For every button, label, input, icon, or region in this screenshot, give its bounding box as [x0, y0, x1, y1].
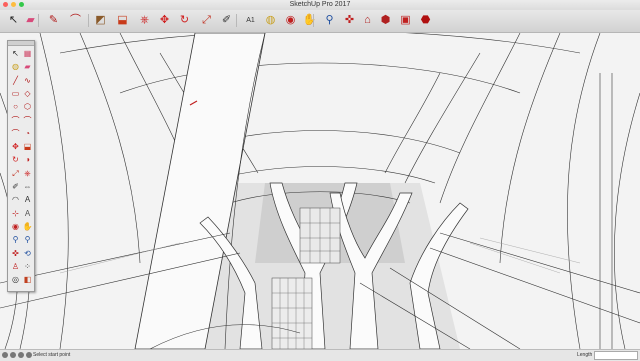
line-icon[interactable]: ╱ [10, 75, 21, 86]
eraser-icon: ▰ [26, 14, 35, 26]
pencil-icon: ✎ [48, 14, 59, 26]
zoom-icon[interactable]: ⚲ [10, 234, 21, 245]
rotate-icon[interactable]: ↻ [10, 154, 21, 165]
toolbar-separator [236, 14, 237, 27]
orbit-icon[interactable]: ◉ [10, 221, 21, 232]
instructor-icon[interactable] [26, 352, 32, 358]
previous-icon[interactable]: ⟲ [22, 248, 33, 259]
tape-icon[interactable]: ✐ [10, 181, 21, 192]
arc-2pt-icon[interactable]: ⌒ [22, 115, 33, 126]
rotated-rectangle-icon[interactable]: ◇ [22, 88, 33, 99]
layout-icon: ▣ [400, 14, 411, 26]
arc-3pt-icon[interactable]: ⌒ [10, 128, 21, 139]
zoom-window-icon[interactable]: ⚲ [22, 234, 33, 245]
rectangle-icon[interactable]: ▭ [10, 88, 21, 99]
status-icons [2, 352, 32, 358]
extension-warehouse-button[interactable]: ⬢ [378, 13, 393, 28]
toolbar-separator [88, 14, 89, 27]
offset-icon: ⎈ [140, 14, 149, 26]
scale-tool[interactable]: ⤢ [199, 13, 214, 28]
move-icon: ✥ [159, 14, 170, 26]
zoom-icon: ⚲ [325, 14, 334, 26]
status-bar: Select start point Length [0, 349, 640, 361]
push-pull-icon: ⬓ [117, 14, 128, 26]
pan-icon[interactable]: ✋ [22, 221, 33, 232]
zoom-extents-icon: ✜ [344, 14, 355, 26]
layout-button[interactable]: ▣ [398, 13, 413, 28]
orbit-tool[interactable]: ◉ [283, 13, 298, 28]
axes-icon[interactable]: ⊹ [10, 208, 21, 219]
rectangle-tool[interactable]: ◩ [93, 13, 108, 28]
look-around-icon[interactable]: ◎ [10, 274, 21, 285]
paint-bucket-icon: ◍ [265, 14, 276, 26]
extension-manager-button[interactable]: ⬣ [418, 13, 433, 28]
move-tool[interactable]: ✥ [157, 13, 172, 28]
circle-icon[interactable]: ○ [10, 101, 21, 112]
eraser-icon[interactable]: ▰ [22, 61, 33, 72]
paint-bucket-tool[interactable]: ◍ [263, 13, 278, 28]
scale-icon[interactable]: ⤢ [10, 168, 21, 179]
zoom-extents-icon[interactable]: ✜ [10, 248, 21, 259]
push-pull-tool[interactable]: ⬓ [115, 13, 130, 28]
pan-icon: ✋ [302, 14, 317, 26]
move-icon[interactable]: ✥ [10, 141, 21, 152]
extension-icon: ⬢ [380, 14, 391, 26]
text-tool[interactable]: A1 [243, 13, 258, 28]
paint-icon[interactable]: ◍ [10, 61, 21, 72]
warehouse-icon: ⌂ [364, 14, 371, 26]
toolbar-separator [313, 14, 314, 27]
title-bar: SketchUp Pro 2017 [0, 0, 640, 10]
rotate-icon: ↻ [179, 14, 190, 26]
select-tool[interactable]: ↖ [6, 13, 21, 28]
tape-measure-icon: ✐ [221, 14, 232, 26]
model-drawing [0, 33, 640, 349]
pan-tool[interactable]: ✋ [302, 13, 317, 28]
zoom-extents-tool[interactable]: ✜ [342, 13, 357, 28]
3d-warehouse-button[interactable]: ⌂ [360, 13, 375, 28]
rectangle-icon: ◩ [95, 14, 106, 26]
freehand-icon[interactable]: ∿ [22, 75, 33, 86]
pie-icon[interactable]: ◔ [22, 128, 33, 139]
rotate-tool[interactable]: ↻ [177, 13, 192, 28]
scale-icon: ⤢ [202, 14, 211, 26]
orbit-icon: ◉ [285, 14, 296, 26]
3d-text-icon[interactable]: A [22, 208, 33, 219]
length-input[interactable] [594, 351, 638, 360]
arrow-icon: ↖ [8, 14, 19, 26]
model-viewport[interactable] [0, 33, 640, 349]
position-camera-icon[interactable]: ♙ [10, 261, 21, 272]
tape-measure-tool[interactable]: ✐ [219, 13, 234, 28]
user-icon[interactable] [18, 352, 24, 358]
offset-tool[interactable]: ⎈ [137, 13, 152, 28]
large-tool-set-palette: ↖ ▦ ◍ ▰ ╱ ∿ ▭ ◇ ○ ⬡ ⌒ ⌒ ⌒ ◔ ✥ ⬓ ↻ ◑ ⤢ ⎈ ✐ ⇔ ◠ A ⊹ A ◉ ✋ ⚲ ⚲ ✜ ⟲ ♙ ⁘ ◎ ◧ [7, 40, 35, 292]
push-pull-icon[interactable]: ⬓ [22, 141, 33, 152]
walk-icon[interactable]: ⁘ [22, 261, 33, 272]
main-toolbar: ↖ ▰ ✎ ⌒ ◩ ⬓ ⎈ ✥ ↻ ⤢ ✐ A1 ◍ ◉ ✋ ⚲ ✜ ⌂ ⬢ ▣ ⬣ [0, 10, 640, 33]
protractor-icon[interactable]: ◠ [10, 194, 21, 205]
component-icon[interactable]: ▦ [22, 48, 33, 59]
toolbar-separator [38, 14, 39, 27]
text-icon: A1 [246, 17, 255, 24]
select-icon[interactable]: ↖ [10, 48, 21, 59]
section-plane-icon[interactable]: ◧ [22, 274, 33, 285]
credits-icon[interactable] [10, 352, 16, 358]
arc-icon[interactable]: ⌒ [10, 115, 21, 126]
line-tool[interactable]: ✎ [46, 13, 61, 28]
arc-icon: ⌒ [70, 14, 81, 26]
ruby-icon: ⬣ [420, 14, 431, 26]
palette-header[interactable] [8, 41, 34, 46]
arc-tool[interactable]: ⌒ [68, 13, 83, 28]
status-text: Select start point [33, 352, 71, 358]
length-label: Length [577, 352, 593, 358]
dimension-icon[interactable]: ⇔ [22, 181, 33, 192]
eraser-tool[interactable]: ▰ [23, 13, 38, 28]
window-title: SketchUp Pro 2017 [289, 1, 351, 8]
polygon-icon[interactable]: ⬡ [22, 101, 33, 112]
text-icon[interactable]: A [22, 194, 33, 205]
zoom-tool[interactable]: ⚲ [322, 13, 337, 28]
offset-icon[interactable]: ⎈ [22, 168, 33, 179]
geo-location-icon[interactable] [2, 352, 8, 358]
follow-me-icon[interactable]: ◑ [22, 154, 33, 165]
